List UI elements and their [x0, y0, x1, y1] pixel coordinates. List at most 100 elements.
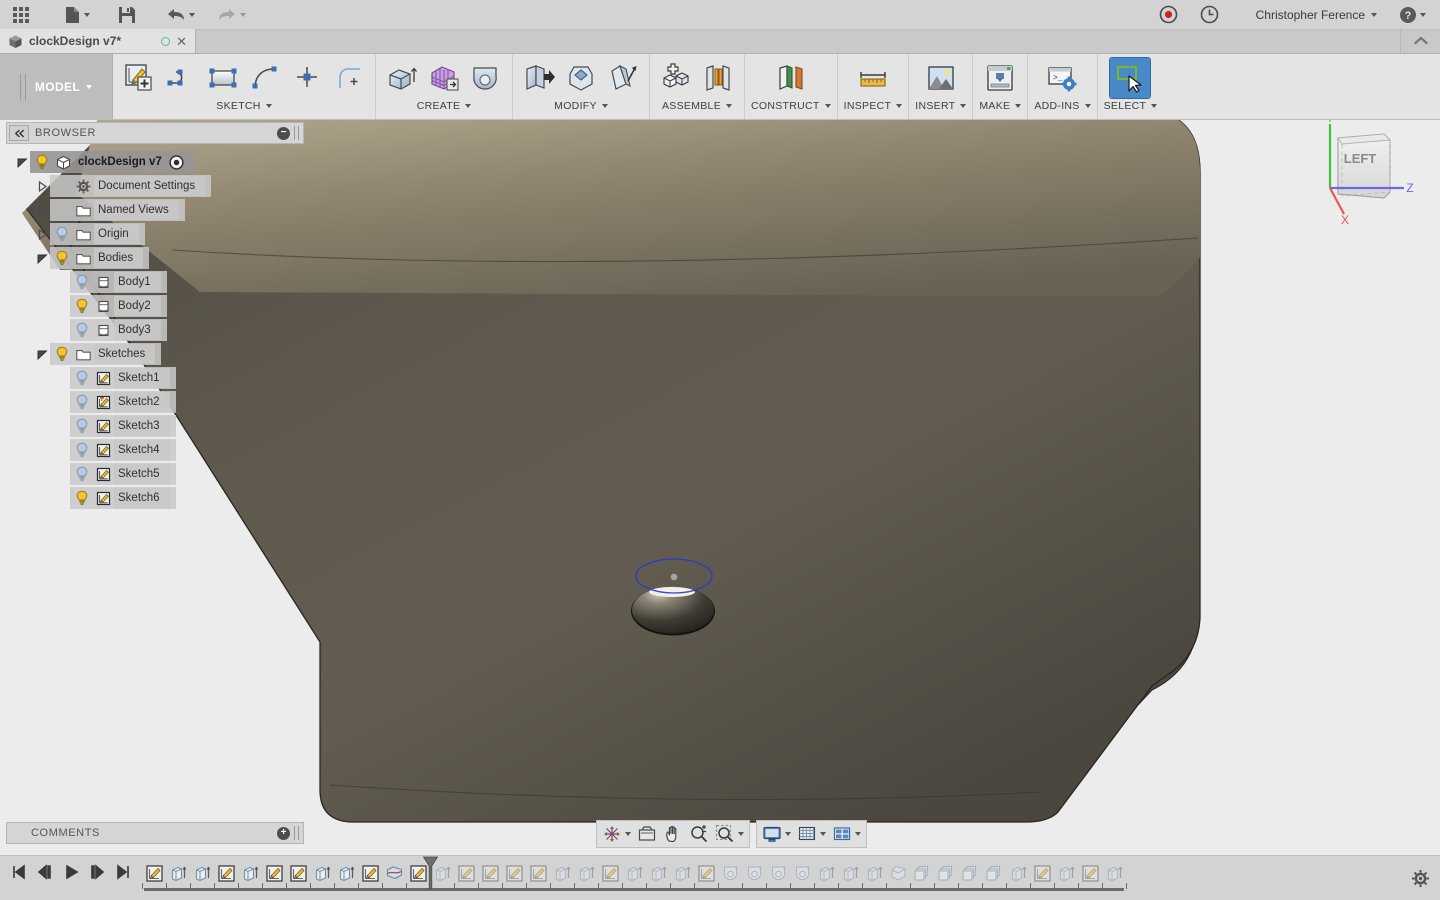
browser-node-sketch6[interactable]: Sketch6	[6, 486, 304, 510]
browser-node-origin[interactable]: Origin	[6, 222, 304, 246]
browser-node-document-settings[interactable]: Document Settings	[6, 174, 304, 198]
timeline-marker[interactable]	[422, 856, 439, 895]
view-cube[interactable]: LEFT Y Z X	[1312, 120, 1432, 230]
node-chip[interactable]: clockDesign v7	[30, 151, 194, 173]
timeline-feature-32[interactable]	[886, 860, 910, 886]
extrude-button[interactable]	[382, 58, 422, 98]
visibility-toggle[interactable]	[32, 154, 52, 170]
node-chip[interactable]: Origin	[50, 223, 145, 245]
browser-node-body2[interactable]: Body2	[6, 294, 304, 318]
timeline-track[interactable]	[136, 856, 1400, 900]
node-chip[interactable]: Named Views	[50, 199, 185, 221]
browser-node-body3[interactable]: Body3	[6, 318, 304, 342]
ribbon-group-label-select[interactable]: SELECT	[1104, 100, 1158, 112]
browser-node-sketch3[interactable]: Sketch3	[6, 414, 304, 438]
save-button[interactable]	[112, 1, 142, 29]
visibility-toggle[interactable]	[72, 394, 92, 410]
timeline-feature-1[interactable]	[142, 860, 166, 886]
node-chip[interactable]: Sketch2	[70, 391, 176, 413]
browser-collapse-button[interactable]	[9, 125, 29, 141]
timeline-feature-36[interactable]	[982, 860, 1006, 886]
timeline-feature-20[interactable]	[598, 860, 622, 886]
viewports-button[interactable]	[829, 822, 864, 846]
sketch-fillet-button[interactable]	[329, 58, 369, 98]
timeline-feature-22[interactable]	[646, 860, 670, 886]
browser-node-sketch1[interactable]: Sketch1	[6, 366, 304, 390]
display-settings-button[interactable]	[759, 822, 794, 846]
node-chip[interactable]: Sketch1	[70, 367, 176, 389]
play-button[interactable]	[62, 859, 80, 885]
offset-plane-button[interactable]	[771, 58, 811, 98]
node-chip[interactable]: Body2	[70, 295, 167, 317]
timeline-feature-14[interactable]	[454, 860, 478, 886]
pan-button[interactable]	[660, 822, 686, 846]
collapse-ribbon-button[interactable]	[1400, 29, 1440, 53]
browser-node-body1[interactable]: Body1	[6, 270, 304, 294]
timeline-feature-6[interactable]	[262, 860, 286, 886]
draft-button[interactable]	[603, 58, 643, 98]
scripts-addins-button[interactable]: >_	[1042, 58, 1082, 98]
node-chip[interactable]: Body1	[70, 271, 167, 293]
target-icon[interactable]	[166, 154, 188, 170]
expand-toggle[interactable]	[34, 349, 50, 360]
node-chip[interactable]: Sketches	[50, 343, 162, 365]
expand-toggle[interactable]	[34, 253, 50, 264]
timeline-feature-7[interactable]	[286, 860, 310, 886]
visibility-toggle[interactable]	[52, 226, 72, 242]
plus-circle-icon[interactable]: +	[277, 826, 290, 840]
timeline-settings-button[interactable]	[1400, 856, 1440, 900]
browser-node-sketches[interactable]: Sketches	[6, 342, 304, 366]
ribbon-group-label-assemble[interactable]: ASSEMBLE	[662, 100, 732, 112]
ribbon-group-label-sketch[interactable]: SKETCH	[216, 100, 272, 112]
zoom-button[interactable]	[686, 822, 712, 846]
fit-button[interactable]	[712, 822, 747, 846]
timeline-feature-39[interactable]	[1054, 860, 1078, 886]
timeline-feature-37[interactable]	[1006, 860, 1030, 886]
timeline-feature-19[interactable]	[574, 860, 598, 886]
node-chip[interactable]: Body3	[70, 319, 167, 341]
node-chip[interactable]: Sketch6	[70, 487, 176, 509]
file-menu-button[interactable]	[58, 1, 96, 29]
account-menu-button[interactable]: Christopher Ference	[1247, 1, 1383, 29]
timeline-feature-8[interactable]	[310, 860, 334, 886]
browser-node-bodies[interactable]: Bodies	[6, 246, 304, 270]
browser-node-root[interactable]: clockDesign v7	[6, 150, 304, 174]
measure-button[interactable]	[853, 58, 893, 98]
expand-toggle[interactable]	[14, 157, 30, 168]
redo-button[interactable]	[211, 1, 252, 29]
step-back-button[interactable]	[36, 859, 54, 885]
select-button[interactable]	[1109, 57, 1152, 99]
step-forward-button[interactable]	[88, 859, 106, 885]
timeline-feature-34[interactable]	[934, 860, 958, 886]
node-chip[interactable]: Document Settings	[50, 175, 212, 197]
rectangle-button[interactable]	[203, 58, 243, 98]
timeline-feature-5[interactable]	[238, 860, 262, 886]
ribbon-group-label-create[interactable]: CREATE	[417, 100, 472, 112]
node-chip[interactable]: Sketch3	[70, 415, 176, 437]
spline-button[interactable]	[245, 58, 285, 98]
look-at-button[interactable]	[634, 822, 660, 846]
close-icon[interactable]: ✕	[176, 35, 187, 48]
timeline-feature-18[interactable]	[550, 860, 574, 886]
point-button[interactable]	[287, 58, 327, 98]
ribbon-group-label-make[interactable]: MAKE	[979, 100, 1022, 112]
timeline-feature-21[interactable]	[622, 860, 646, 886]
timeline-feature-17[interactable]	[526, 860, 550, 886]
expand-toggle[interactable]	[34, 180, 50, 192]
screencast-record-button[interactable]	[1153, 1, 1184, 29]
timeline-feature-3[interactable]	[190, 860, 214, 886]
joint-button[interactable]	[698, 58, 738, 98]
visibility-toggle[interactable]	[72, 418, 92, 434]
visibility-toggle[interactable]	[72, 490, 92, 506]
timeline-feature-23[interactable]	[670, 860, 694, 886]
minus-circle-icon[interactable]: −	[277, 126, 290, 140]
ribbon-group-label-addins[interactable]: ADD-INS	[1034, 100, 1091, 112]
timeline-feature-2[interactable]	[166, 860, 190, 886]
browser-node-sketch2[interactable]: Sketch2	[6, 390, 304, 414]
visibility-toggle[interactable]	[72, 298, 92, 314]
timeline-feature-26[interactable]	[742, 860, 766, 886]
visibility-toggle[interactable]	[52, 346, 72, 362]
browser-node-sketch4[interactable]: Sketch4	[6, 438, 304, 462]
timeline-feature-16[interactable]	[502, 860, 526, 886]
timeline-feature-28[interactable]	[790, 860, 814, 886]
